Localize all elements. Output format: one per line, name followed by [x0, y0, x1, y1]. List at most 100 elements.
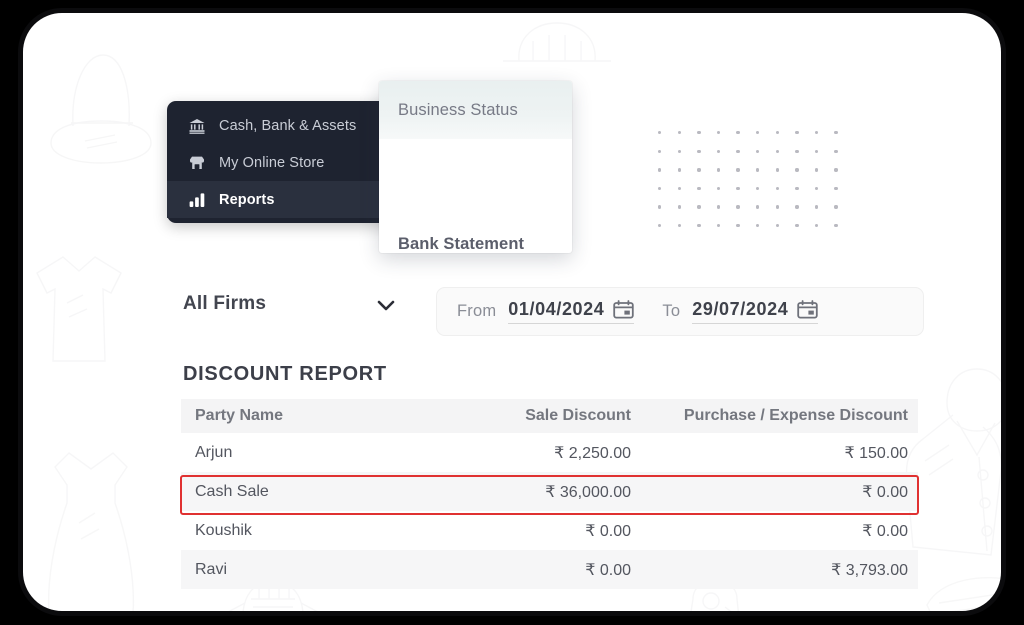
column-header-purchase-expense-discount: Purchase / Expense Discount [683, 407, 908, 424]
grid-dot [795, 186, 799, 191]
cell-purchase-expense-discount: ₹ 0.00 [862, 522, 908, 540]
sidebar-item-my-online-store[interactable]: My Online Store [167, 144, 395, 181]
dropdown-item-business-status[interactable]: Business Status [379, 81, 572, 139]
from-date-value: 01/04/2024 [508, 299, 605, 319]
grid-dot [658, 131, 662, 135]
grid-dot [756, 205, 760, 209]
to-label: To [662, 302, 681, 320]
grid-dot [658, 168, 662, 172]
cell-sale-discount: ₹ 2,250.00 [554, 444, 631, 462]
to-date-field[interactable]: 29/07/2024 [692, 299, 819, 324]
cell-party-name: Koushik [195, 521, 252, 539]
calendar-icon[interactable] [613, 300, 635, 319]
grid-dot [658, 205, 662, 209]
grid-dot [814, 149, 819, 153]
grid-dot [756, 224, 760, 228]
dropdown-item-label: Business Status [398, 100, 518, 119]
grid-dot [775, 186, 779, 191]
grid-dot [716, 205, 721, 209]
grid-dot [677, 149, 681, 153]
grid-dot [736, 131, 740, 135]
grid-dot [814, 224, 819, 228]
store-icon [187, 153, 206, 172]
grid-dot [697, 149, 701, 153]
grid-dot [716, 168, 721, 172]
grid-dot [834, 168, 838, 172]
grid-dot [677, 186, 681, 191]
sidebar-item-label: Reports [219, 191, 275, 208]
grid-dot [736, 205, 740, 209]
grid-dot [697, 205, 701, 209]
to-date-value: 29/07/2024 [692, 299, 789, 319]
dropdown-item-bank-statement[interactable]: Bank Statement [379, 220, 572, 253]
chevron-down-icon [375, 298, 397, 317]
page-title: DISCOUNT REPORT [183, 363, 387, 385]
grid-dot [795, 149, 799, 153]
table-body: Arjun ₹ 2,250.00 ₹ 150.00 Cash Sale ₹ 36,000… [181, 433, 918, 589]
firm-select-label: All Firms [183, 293, 267, 314]
grid-dot [795, 131, 799, 135]
grid-dot [795, 224, 799, 228]
grid-dot [716, 131, 721, 135]
grid-dot [697, 186, 701, 191]
grid-dot [756, 149, 760, 153]
table-row[interactable]: Cash Sale ₹ 36,000.00 ₹ 0.00 [181, 472, 918, 511]
watermark-cap-top [503, 22, 611, 62]
grid-dot [775, 131, 779, 135]
cell-party-name: Cash Sale [195, 482, 269, 500]
app-card: Cash, Bank & Assets My Online Store Repo… [18, 8, 1006, 616]
grid-dot [677, 131, 681, 135]
date-range-control: From 01/04/2024 To 29/07/2024 [436, 287, 924, 336]
grid-dot [736, 186, 740, 191]
grid-dot [697, 224, 701, 228]
cell-purchase-expense-discount: ₹ 150.00 [844, 444, 908, 462]
table-row[interactable]: Arjun ₹ 2,250.00 ₹ 150.00 [181, 433, 918, 472]
sidebar-item-label: My Online Store [219, 154, 325, 171]
table-row[interactable]: Ravi ₹ 0.00 ₹ 3,793.00 [181, 550, 918, 589]
grid-dot [775, 168, 779, 172]
grid-dot [756, 131, 760, 135]
sidebar-item-cash-bank-assets[interactable]: Cash, Bank & Assets [167, 107, 395, 144]
bank-icon [187, 116, 206, 135]
cell-party-name: Arjun [195, 443, 233, 461]
table-row[interactable]: Koushik ₹ 0.00 ₹ 0.00 [181, 511, 918, 550]
bar-chart-icon [187, 190, 206, 209]
grid-dot [834, 131, 838, 135]
reports-dropdown-menu: Business Status Bank Statement Discount … [379, 81, 572, 253]
grid-dot [716, 186, 721, 191]
grid-dot [658, 149, 662, 153]
watermark-hat [50, 54, 152, 164]
calendar-icon[interactable] [797, 300, 819, 319]
cell-purchase-expense-discount: ₹ 3,793.00 [831, 561, 908, 579]
grid-dot [756, 168, 760, 172]
grid-dot [697, 168, 701, 172]
grid-dot [795, 205, 799, 209]
from-label: From [457, 302, 497, 320]
from-date-field[interactable]: 01/04/2024 [508, 299, 635, 324]
grid-dot [736, 224, 740, 228]
screenshot-root: Cash, Bank & Assets My Online Store Repo… [0, 0, 1024, 625]
grid-dot [677, 224, 681, 228]
grid-dot [814, 205, 819, 209]
cell-sale-discount: ₹ 0.00 [585, 561, 631, 579]
sidebar-item-reports[interactable]: Reports [167, 181, 395, 218]
grid-dot [814, 131, 819, 135]
grid-dot [834, 205, 838, 209]
grid-dot [677, 205, 681, 209]
grid-dot [834, 224, 838, 228]
firm-select[interactable]: All Firms [183, 293, 403, 315]
cell-purchase-expense-discount: ₹ 0.00 [862, 483, 908, 501]
grid-dot [658, 224, 662, 228]
grid-dot [736, 149, 740, 153]
sidebar-menu: Cash, Bank & Assets My Online Store Repo… [167, 101, 395, 223]
grid-dot [736, 168, 740, 172]
grid-dot [658, 186, 662, 191]
grid-dot [834, 149, 838, 153]
watermark-scarf [926, 577, 1001, 611]
grid-dot [814, 168, 819, 172]
grid-dot [677, 168, 681, 172]
grid-dot [716, 149, 721, 153]
column-header-sale-discount: Sale Discount [525, 407, 631, 424]
grid-dot [697, 131, 701, 135]
cell-party-name: Ravi [195, 560, 228, 578]
